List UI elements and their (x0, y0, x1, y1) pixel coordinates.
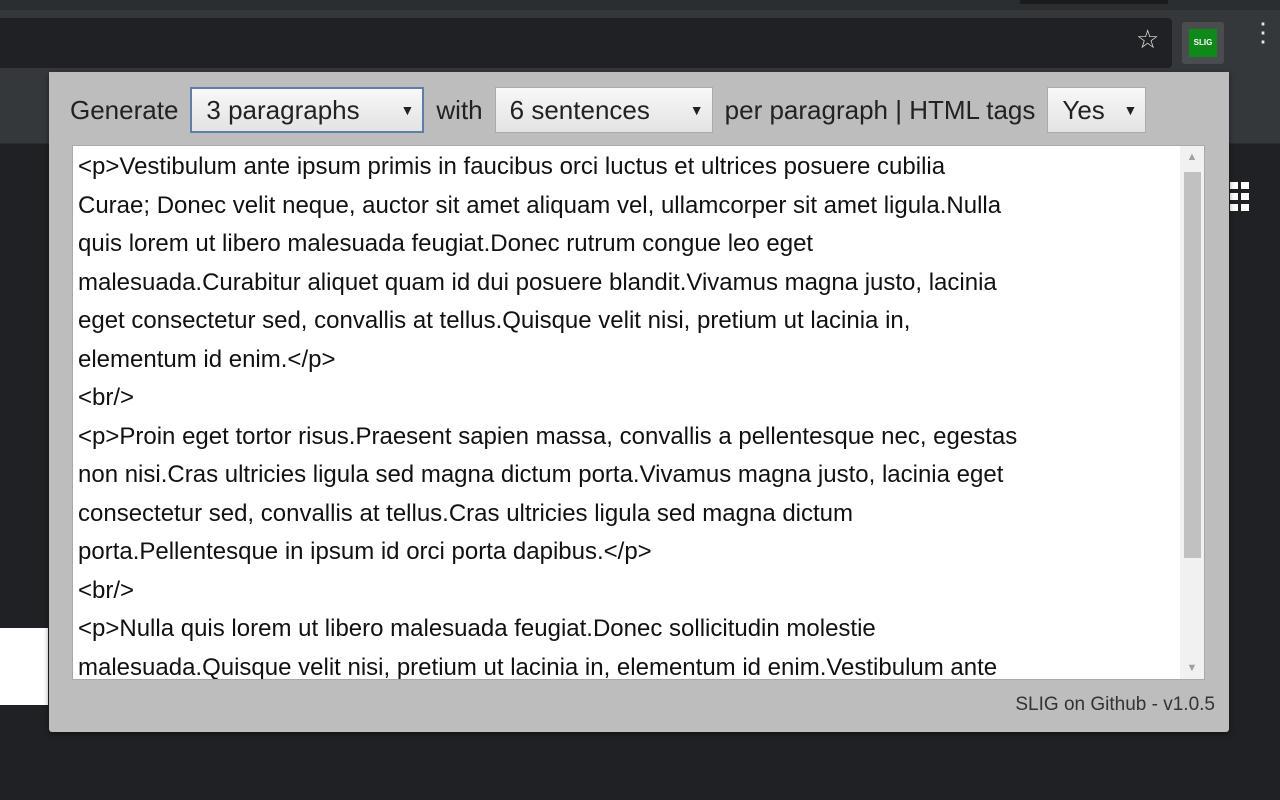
scrollbar-thumb[interactable] (1184, 172, 1201, 558)
vertical-dots-icon[interactable]: ⋮ (1250, 19, 1276, 45)
dropdown-arrow-icon: ▼ (689, 102, 704, 118)
output-line: consectetur sed, convallis at tellus.Cra… (78, 499, 854, 527)
scroll-up-arrow-icon[interactable]: ▲ (1180, 146, 1204, 168)
slig-logo: SLIG (1189, 29, 1217, 57)
scrollbar[interactable]: ▲ ▼ (1180, 146, 1204, 679)
per-paragraph-label: per paragraph | HTML tags (724, 94, 1036, 125)
output-line: eget consectetur sed, convallis at tellu… (78, 307, 911, 334)
tab-strip (0, 0, 1280, 10)
output-line: elementum id enim.</p> (78, 345, 336, 373)
dropdown-arrow-icon: ▼ (1123, 102, 1138, 118)
output-line: <p>Proin eget tortor risus.Praesent sapi… (78, 422, 1018, 450)
github-link[interactable]: SLIG on Github - v1.0.5 (1015, 694, 1215, 716)
sentences-select[interactable]: 6 sentences ▼ (494, 87, 713, 133)
tab[interactable] (1020, 0, 1168, 4)
address-bar[interactable] (0, 18, 1172, 68)
generate-label: Generate (70, 94, 179, 125)
page-element (0, 628, 48, 705)
output-line: <p>Nulla quis lorem ut libero malesuada … (78, 615, 876, 642)
generator-controls: Generate 3 paragraphs ▼ with 6 sentences… (70, 86, 1158, 134)
dropdown-arrow-icon: ▼ (400, 102, 415, 118)
grid-icon[interactable] (1230, 182, 1250, 212)
output-textarea[interactable]: <p>Vestibulum ante ipsum primis in fauci… (72, 145, 1205, 680)
output-line: <br/> (78, 384, 135, 411)
slig-popup: Generate 3 paragraphs ▼ with 6 sentences… (49, 72, 1229, 732)
with-label: with (436, 94, 483, 125)
output-line: <p>Vestibulum ante ipsum primis in fauci… (78, 153, 946, 180)
output-line: Curae; Donec velit neque, auctor sit ame… (78, 191, 1002, 219)
output-line: malesuada.Quisque velit nisi, pretium ut… (78, 653, 998, 680)
browser-toolbar: ☆ SLIG ⋮ (0, 10, 1280, 72)
output-line: porta.Pellentesque in ipsum id orci port… (78, 538, 652, 565)
star-outline-icon[interactable]: ☆ (1136, 24, 1159, 54)
html-tags-select[interactable]: Yes ▼ (1047, 87, 1147, 133)
output-line: non nisi.Cras ultricies ligula sed magna… (78, 461, 1004, 488)
output-text: <p>Vestibulum ante ipsum primis in fauci… (78, 148, 1178, 680)
paragraphs-value: 3 paragraphs (206, 94, 360, 125)
sentences-value: 6 sentences (509, 94, 650, 125)
slig-extension-button[interactable]: SLIG (1182, 22, 1224, 64)
output-line: <br/> (78, 576, 135, 604)
output-line: malesuada.Curabitur aliquet quam id dui … (78, 268, 997, 296)
html-tags-value: Yes (1062, 94, 1105, 125)
paragraphs-select[interactable]: 3 paragraphs ▼ (190, 87, 425, 133)
scroll-down-arrow-icon[interactable]: ▼ (1180, 657, 1204, 679)
output-line: quis lorem ut libero malesuada feugiat.D… (78, 230, 814, 257)
